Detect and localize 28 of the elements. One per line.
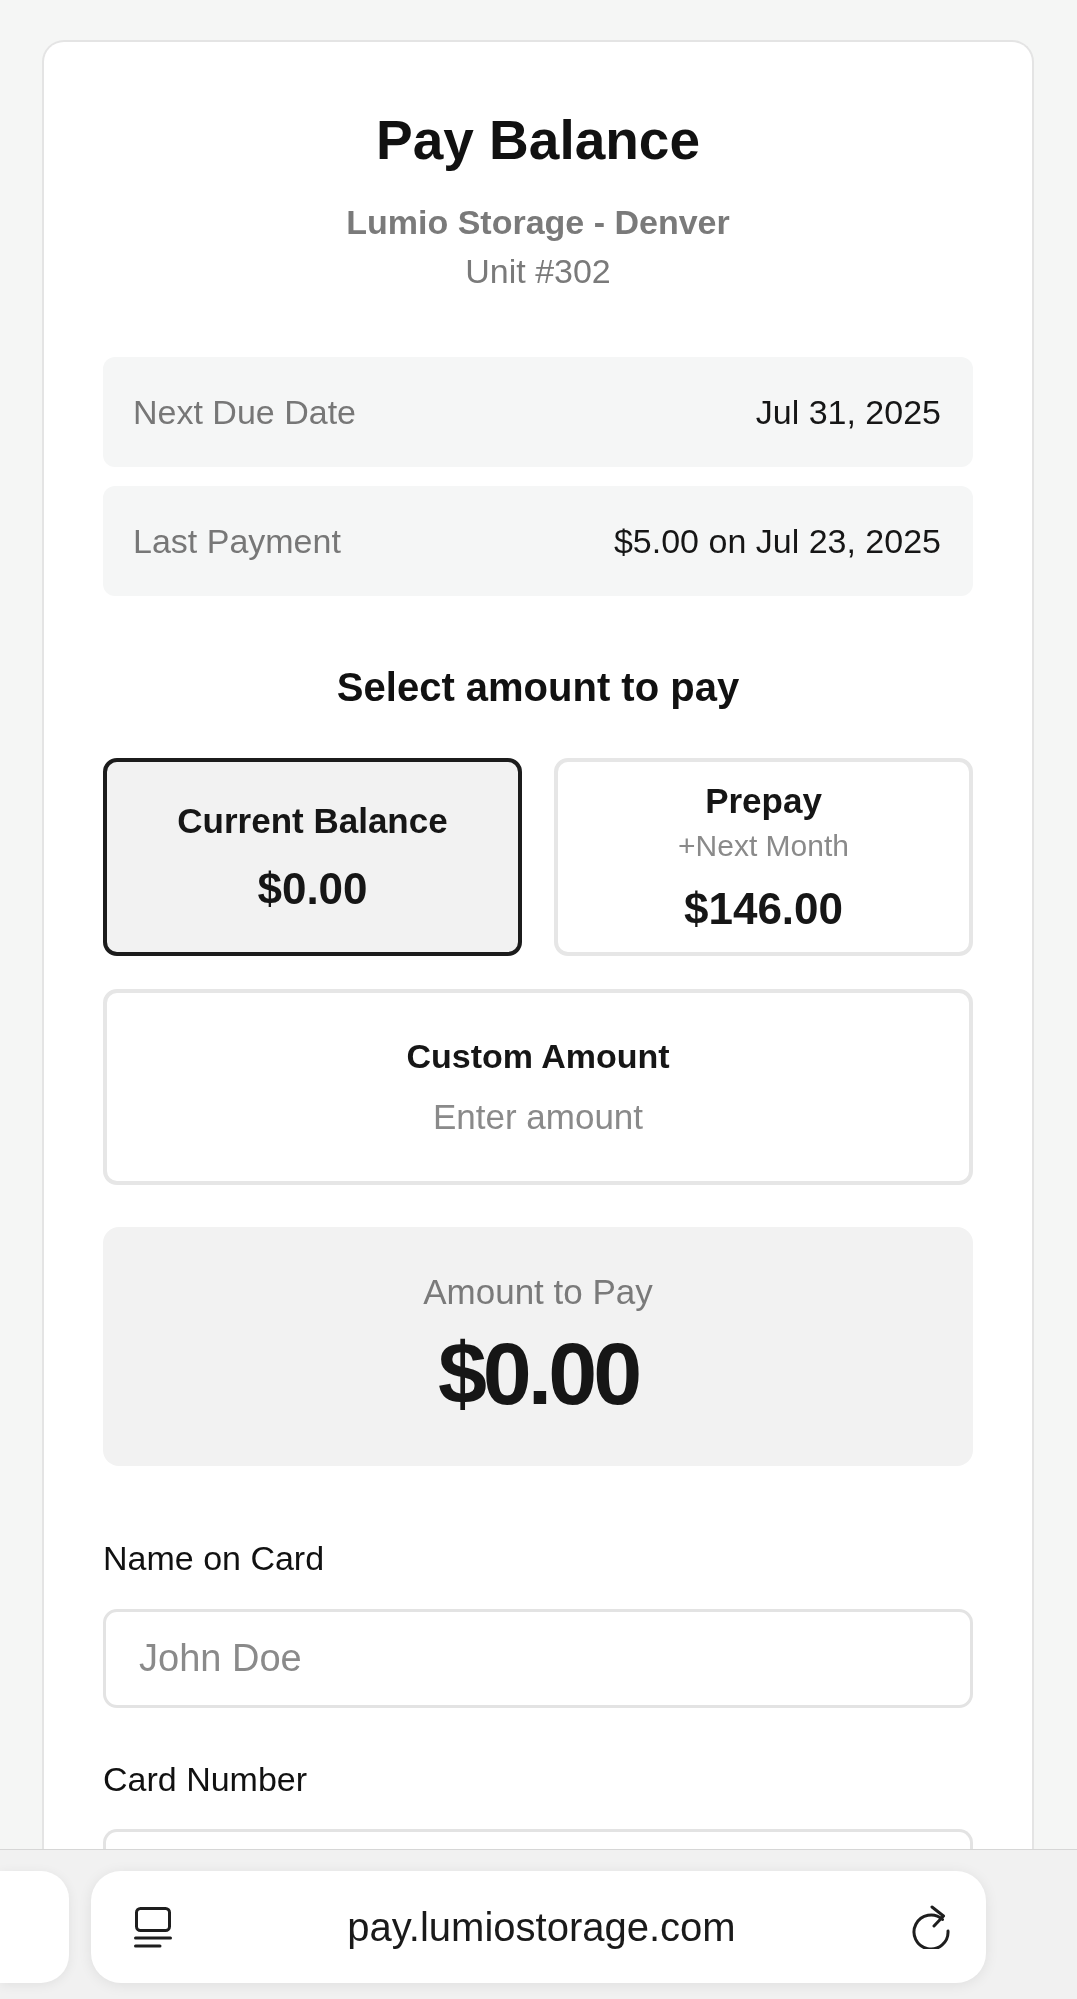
option-title: Prepay xyxy=(705,780,822,821)
option-title: Current Balance xyxy=(177,800,448,841)
reload-icon[interactable] xyxy=(911,1905,951,1949)
custom-amount-option[interactable]: Custom Amount Enter amount xyxy=(103,989,973,1185)
page-title: Pay Balance xyxy=(375,108,701,172)
option-note: +Next Month xyxy=(678,827,849,864)
amount-option[interactable]: Prepay +Next Month $146.00 xyxy=(554,758,973,956)
page-menu-icon[interactable] xyxy=(134,1906,172,1948)
summary-value: Jul 31, 2025 xyxy=(755,392,941,432)
section-heading: Select amount to pay xyxy=(336,664,740,710)
amount-option[interactable]: Current Balance $0.00 xyxy=(103,758,522,956)
input-field[interactable]: John Doe xyxy=(103,1609,973,1708)
summary-label: Next Due Date xyxy=(133,392,356,432)
url-text: pay.lumiostorage.com xyxy=(347,1904,736,1950)
field-label: Name on Card xyxy=(103,1538,326,1578)
summary-label: Last Payment xyxy=(133,521,341,561)
option-amount: $0.00 xyxy=(257,863,368,914)
field-label: Card Number xyxy=(103,1759,309,1799)
option-title: Custom Amount xyxy=(406,1036,670,1076)
input-field[interactable] xyxy=(103,1829,973,1849)
summary-value: $5.00 on Jul 23, 2025 xyxy=(613,521,941,561)
amount-label: Amount to Pay xyxy=(423,1271,653,1312)
address-bar[interactable]: pay.lumiostorage.com xyxy=(91,1871,986,1983)
amount-value: $0.00 xyxy=(437,1325,639,1422)
unit-number: Unit #302 xyxy=(465,251,611,291)
facility-name: Lumio Storage - Denver xyxy=(346,202,730,242)
amount-input[interactable]: Enter amount xyxy=(328,1096,748,1138)
option-amount: $146.00 xyxy=(683,883,844,934)
